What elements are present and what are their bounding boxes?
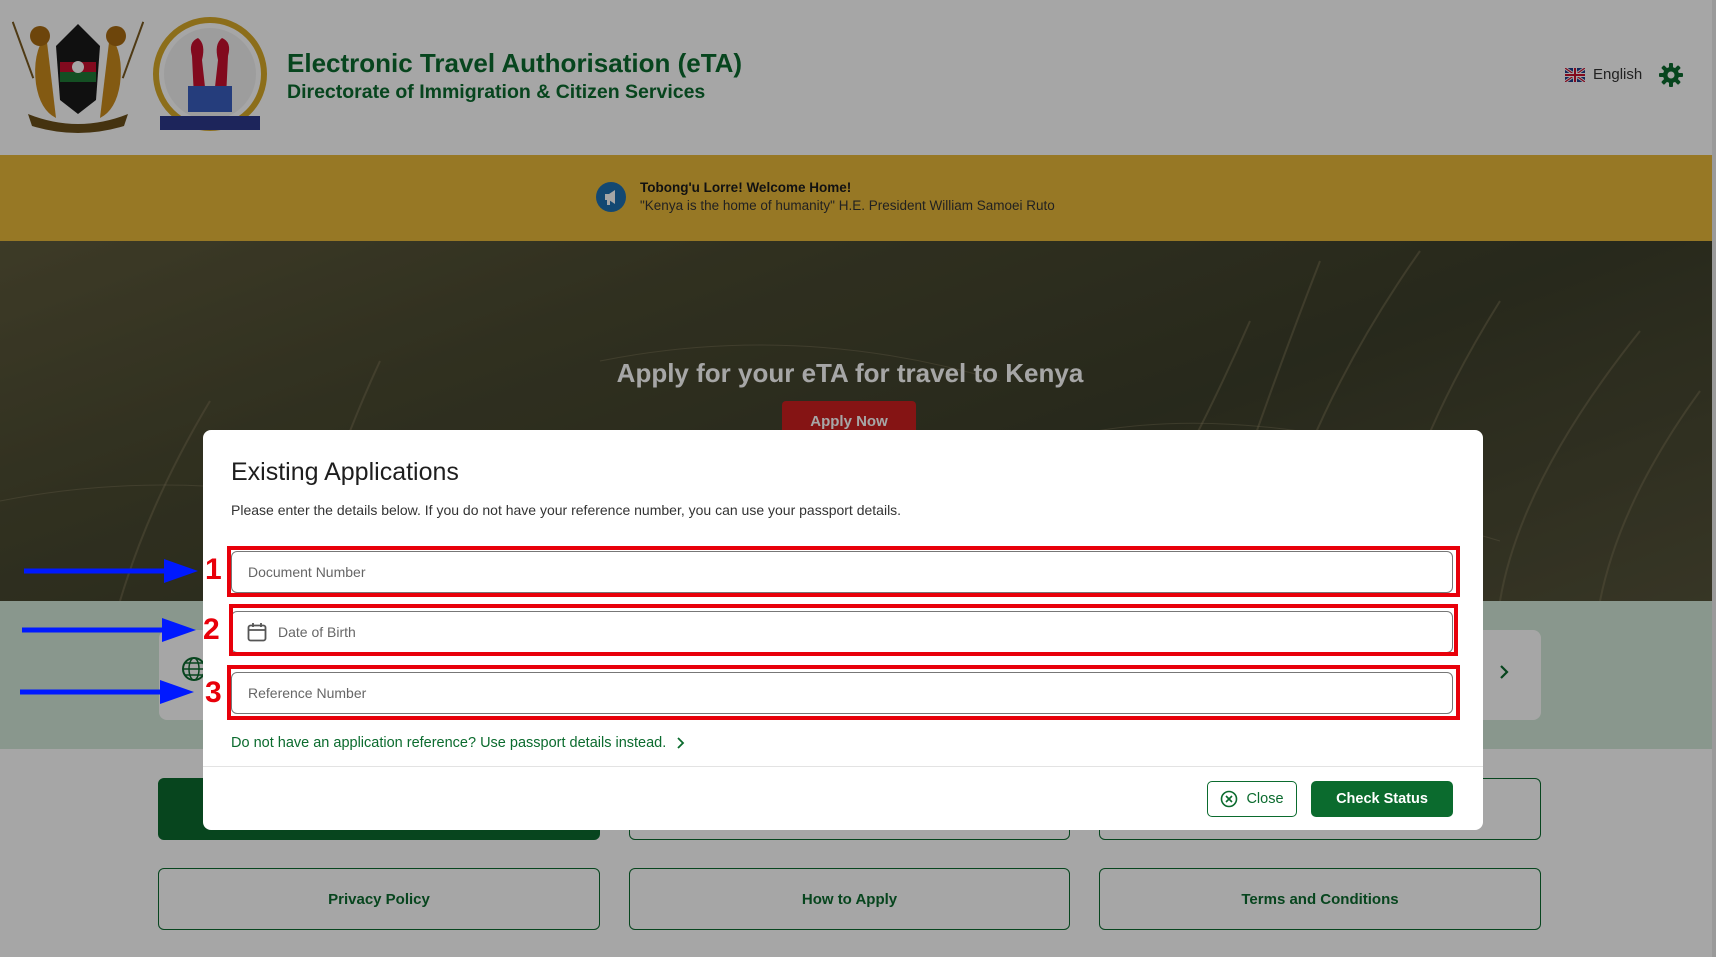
close-circle-icon — [1221, 790, 1238, 808]
use-passport-details-label: Do not have an application reference? Us… — [231, 735, 667, 751]
page-scrollbar[interactable] — [1712, 0, 1716, 957]
annotation-number-2: 2 — [203, 613, 220, 646]
annotation-box-2 — [229, 604, 1458, 656]
annotation-box-1 — [227, 546, 1460, 597]
modal-description: Please enter the details below. If you d… — [231, 502, 902, 518]
annotation-arrow-3 — [20, 680, 194, 704]
use-passport-details-link[interactable]: Do not have an application reference? Us… — [231, 735, 686, 751]
check-status-button[interactable]: Check Status — [1311, 781, 1453, 817]
close-button[interactable]: Close — [1207, 781, 1297, 817]
annotation-number-1: 1 — [205, 553, 222, 586]
annotation-arrow-2 — [22, 618, 196, 642]
annotation-number-3: 3 — [205, 676, 222, 709]
annotation-arrow-1 — [24, 559, 198, 583]
close-label: Close — [1246, 791, 1284, 807]
chevron-right-icon — [677, 737, 685, 749]
annotation-box-3 — [227, 665, 1460, 720]
modal-title: Existing Applications — [231, 458, 459, 486]
modal-footer-divider — [203, 766, 1483, 767]
